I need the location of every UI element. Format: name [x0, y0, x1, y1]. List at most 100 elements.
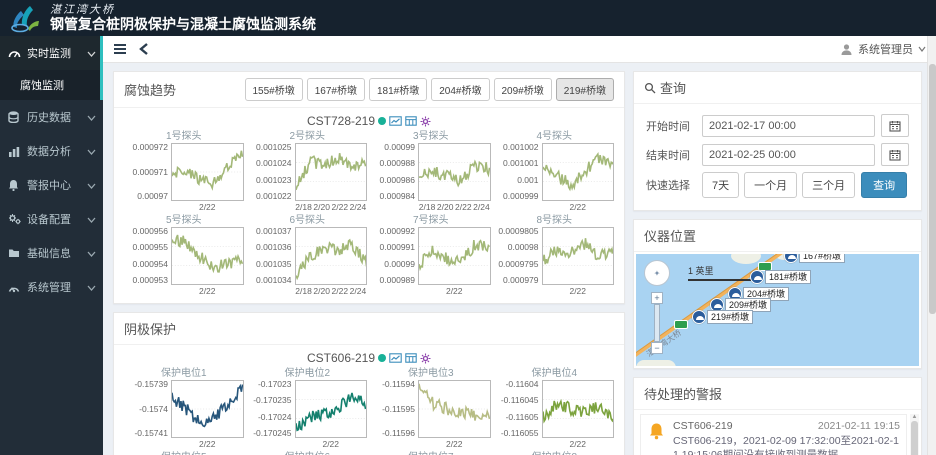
alerts-list: ▲ ▼ CST606-2192021-02-11 19:15CST606-219…: [634, 410, 921, 455]
chart-plot[interactable]: [542, 227, 615, 285]
end-calendar-button[interactable]: [881, 143, 909, 166]
table-icon[interactable]: [405, 353, 417, 363]
y-tick: 0.000979: [503, 276, 538, 285]
sidebar-item-4[interactable]: 警报中心: [0, 168, 103, 202]
chart-plot[interactable]: [295, 143, 368, 201]
chart-plot[interactable]: [418, 380, 491, 438]
y-tick: -0.11596: [382, 429, 415, 438]
x-axis-labels: 2/22: [542, 285, 615, 296]
zoom-slider[interactable]: [654, 304, 660, 342]
sidebar-item-label: 警报中心: [27, 177, 87, 193]
sidebar-item-7[interactable]: 系统管理: [0, 270, 103, 304]
map-marker-181#桥墩[interactable]: 181#桥墩: [750, 270, 811, 284]
sidebar-item-2[interactable]: 历史数据: [0, 100, 103, 134]
x-tick: 2/18: [295, 286, 312, 296]
sidebar-item-5[interactable]: 设备配置: [0, 202, 103, 236]
sidebar-item-1[interactable]: 实时监测: [0, 36, 103, 70]
cathodic-panel-title: 阴极保护: [124, 319, 176, 338]
status-dot-icon: [378, 354, 386, 362]
quick-range-button-7天[interactable]: 7天: [702, 172, 739, 198]
y-tick: 0.001035: [256, 260, 291, 269]
sidebar-item-label: 基础信息: [27, 245, 87, 261]
cathodic-chart-3: 保护电位3-0.11594-0.11595-0.115962/22: [369, 366, 493, 450]
map-zoom-control: + −: [651, 292, 663, 354]
search-button[interactable]: 查询: [861, 172, 907, 198]
pier-button-204#桥墩[interactable]: 204#桥墩: [431, 78, 489, 101]
x-axis-labels: 2/22: [418, 438, 491, 449]
chart-plot[interactable]: [171, 227, 244, 285]
x-axis-labels: 2/182/202/222/24: [295, 285, 368, 296]
quick-range-button-三个月[interactable]: 三个月: [802, 172, 855, 198]
gear-icon[interactable]: [420, 353, 431, 364]
corrosion-chart-7: 7号探头0.0009920.0009910.000990.0009892/22: [369, 213, 493, 297]
table-icon[interactable]: [405, 116, 417, 126]
scrollbar-thumb[interactable]: [911, 421, 918, 455]
pier-button-167#桥墩[interactable]: 167#桥墩: [307, 78, 365, 101]
zoom-in-button[interactable]: +: [651, 292, 663, 304]
map-marker-219#桥墩[interactable]: 219#桥墩: [692, 310, 753, 324]
chart-plot[interactable]: [295, 380, 368, 438]
sidebar-subitem-腐蚀监测[interactable]: 腐蚀监测: [0, 70, 103, 100]
map-island: [731, 254, 761, 264]
y-tick: -0.11604: [506, 380, 539, 389]
line-chart-icon[interactable]: [389, 353, 402, 363]
pier-button-181#桥墩[interactable]: 181#桥墩: [369, 78, 427, 101]
chart-title: 保护电位6: [248, 451, 368, 455]
scroll-up-icon[interactable]: ▲: [912, 414, 918, 420]
cathodic-chart-grid: 保护电位1-0.15739-0.1574-0.157412/22保护电位2-0.…: [122, 366, 616, 455]
page-scrollbar-thumb[interactable]: [929, 64, 936, 314]
instrument-location-panel: 仪器位置 湛江湾大桥 ✦ +: [633, 219, 922, 369]
line-chart-icon[interactable]: [389, 116, 402, 126]
chart-plot[interactable]: [418, 143, 491, 201]
sidebar: 实时监测腐蚀监测历史数据数据分析警报中心设备配置基础信息系统管理: [0, 36, 103, 455]
x-axis-labels: 2/22: [171, 285, 244, 296]
alerts-panel-title: 待处理的警报: [644, 384, 722, 403]
map-marker-167#桥墩[interactable]: 167#桥墩: [784, 254, 845, 263]
instrument-map[interactable]: 湛江湾大桥 ✦ + − 1 英里 167#桥墩181#桥墩204: [636, 254, 919, 366]
y-tick: 0.001025: [256, 143, 291, 152]
chart-plot[interactable]: [542, 143, 615, 201]
start-calendar-button[interactable]: [881, 114, 909, 137]
y-axis-labels: 0.0010370.0010360.0010350.001034: [248, 227, 295, 285]
x-tick: 2/20: [313, 202, 330, 212]
y-tick: 0.000954: [133, 260, 168, 269]
back-chevron-icon[interactable]: [139, 43, 149, 55]
hamburger-menu-icon[interactable]: [113, 43, 127, 55]
sidebar-item-label: 设备配置: [27, 211, 87, 227]
sidebar-item-3[interactable]: 数据分析: [0, 134, 103, 168]
quick-range-button-一个月[interactable]: 一个月: [744, 172, 797, 198]
gear-icon[interactable]: [420, 116, 431, 127]
y-tick: 0.001001: [503, 159, 538, 168]
x-tick: 2/22: [199, 286, 216, 296]
pier-button-219#桥墩[interactable]: 219#桥墩: [556, 78, 614, 101]
instrument-marker-icon: [692, 310, 706, 324]
y-tick: 0.000992: [380, 227, 415, 236]
x-tick: 2/18: [419, 202, 436, 212]
app-title: 钢管复合桩阴极保护与混凝土腐蚀监测系统: [50, 16, 316, 32]
chart-plot[interactable]: [418, 227, 491, 285]
page-scrollbar[interactable]: [927, 36, 936, 455]
zoom-out-button[interactable]: −: [651, 342, 663, 354]
sidebar-item-6[interactable]: 基础信息: [0, 236, 103, 270]
chart-plot[interactable]: [171, 143, 244, 201]
chart-plot[interactable]: [295, 227, 368, 285]
map-compass-control[interactable]: ✦: [644, 260, 670, 286]
alerts-scrollbar[interactable]: ▲ ▼: [910, 414, 919, 455]
y-tick: 0.000971: [133, 168, 168, 177]
start-time-input[interactable]: [702, 115, 875, 137]
pier-button-209#桥墩[interactable]: 209#桥墩: [494, 78, 552, 101]
y-axis-labels: -0.11604-0.116045-0.11605-0.116055: [495, 380, 542, 438]
y-tick: 0.001: [517, 176, 538, 185]
sidebar-item-label: 系统管理: [27, 279, 87, 295]
chevron-down-icon: [87, 180, 97, 190]
x-tick: 2/22: [199, 202, 216, 212]
corrosion-chart-grid: 1号探头0.0009720.0009710.000972/222号探头0.001…: [122, 129, 616, 297]
x-tick: 2/22: [569, 286, 586, 296]
user-menu[interactable]: 系统管理员: [840, 41, 926, 57]
pier-button-155#桥墩[interactable]: 155#桥墩: [245, 78, 303, 101]
end-time-input[interactable]: [702, 144, 875, 166]
y-axis-labels: 0.000990.0009880.0009860.000984: [371, 143, 418, 201]
chart-plot[interactable]: [542, 380, 615, 438]
chart-plot[interactable]: [171, 380, 244, 438]
x-tick: 2/22: [322, 439, 339, 449]
